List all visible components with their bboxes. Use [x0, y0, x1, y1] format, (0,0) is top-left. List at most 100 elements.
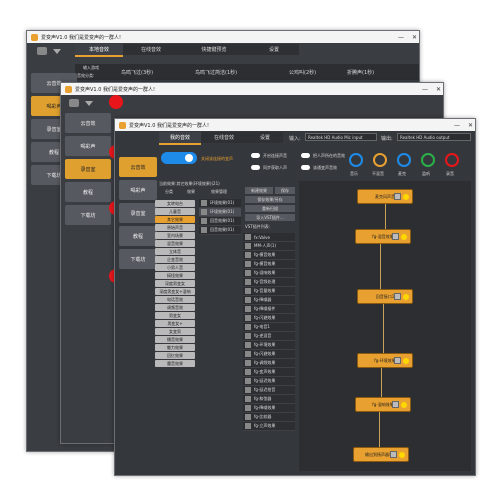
toggle-switch[interactable]	[301, 153, 310, 158]
toggle-switch[interactable]	[301, 165, 310, 170]
sidebar-item-tutorial[interactable]: 教程	[119, 226, 157, 246]
category-item[interactable]: 男变女	[155, 312, 195, 319]
menu-icon[interactable]	[69, 99, 79, 107]
tab-local-sounds[interactable]: 本地音效	[75, 44, 123, 57]
category-item[interactable]: 魅力效果	[155, 344, 195, 351]
vst-item[interactable]: fg-闪避效果	[243, 350, 295, 359]
tab-online-sounds[interactable]: 在线音效	[201, 132, 247, 143]
category-item[interactable]: 儿童音	[155, 208, 195, 215]
toggle-switch[interactable]	[251, 153, 260, 158]
tab-settings[interactable]: 设置	[249, 44, 299, 55]
category-item[interactable]: 回忆效果	[155, 352, 195, 359]
sidebar-item-cheer[interactable]: 喝彩声	[119, 180, 157, 200]
close-button[interactable]: ✕	[436, 86, 441, 93]
category-item[interactable]: 立体音	[155, 248, 195, 255]
input-device-select[interactable]: Realtek HD Audio Mic input	[305, 133, 377, 141]
chain-node[interactable]: 麦克风声音	[357, 189, 413, 204]
new-effect-button[interactable]: 新建效果	[245, 187, 273, 194]
vst-item[interactable]: fg-延迟效果	[243, 377, 295, 386]
chain-node[interactable]: fg-混响效果	[355, 397, 411, 412]
dropdown-arrow-icon[interactable]	[85, 101, 93, 106]
vst-item[interactable]: MM-人声(1)	[243, 242, 295, 251]
sidebar-item-cloud-sounds[interactable]: 云音效	[65, 113, 111, 133]
category-item[interactable]: 深度男变女	[155, 280, 195, 287]
category-item[interactable]: 其它效果	[155, 216, 195, 223]
sidebar-item-cloud-sounds[interactable]: 云音效	[119, 157, 157, 177]
effect-item[interactable]: 环境效果(01)	[199, 199, 241, 208]
record-knob[interactable]	[445, 153, 459, 167]
menu-icon[interactable]	[37, 47, 47, 55]
category-item[interactable]: 女变男	[155, 328, 195, 335]
vst-item[interactable]: fg-闪避效果	[243, 314, 295, 323]
vst-item[interactable]: fg-模音效果	[243, 260, 295, 269]
sound-item[interactable]: 公鸡叫(2秒)	[289, 69, 316, 76]
category-item[interactable]: 电话音效	[155, 296, 195, 303]
music-knob[interactable]	[349, 153, 363, 167]
category-item[interactable]: 播音效果	[155, 336, 195, 343]
sidebar-item-tutorial[interactable]: 教程	[65, 182, 111, 202]
close-button[interactable]: ✕	[412, 34, 417, 41]
category-item[interactable]: 小男人音	[155, 264, 195, 271]
node-settings-icon[interactable]	[392, 233, 399, 240]
close-button[interactable]: ✕	[468, 122, 473, 129]
effect-item[interactable]: 环境效果(01)	[199, 208, 241, 217]
vst-item[interactable]: fg-调频效果	[243, 359, 295, 368]
vst-item[interactable]: fg-环境效果	[243, 341, 295, 350]
vst-item[interactable]: fg-和弦器	[243, 395, 295, 404]
sound-item[interactable]: 折腾声(1秒)	[347, 69, 374, 76]
minimize-button[interactable]: —	[398, 34, 404, 41]
tab-online-sounds[interactable]: 在线音效	[123, 44, 179, 55]
node-settings-icon[interactable]	[394, 357, 401, 364]
tab-hotkey-preview[interactable]: 快捷键预览	[179, 44, 249, 55]
vst-item[interactable]: fg-电音1	[243, 323, 295, 332]
effect-item[interactable]: 回音效果(01)	[199, 217, 241, 226]
vst-item[interactable]: fg-立声效果	[243, 422, 295, 431]
vst-item[interactable]: fg-延迟拾音	[243, 386, 295, 395]
category-item[interactable]: 调频音效	[155, 304, 195, 311]
vst-item[interactable]: fg-音频处理	[243, 278, 295, 287]
vst-item[interactable]: fx:Valve	[243, 233, 295, 242]
save-as-button[interactable]: 保存效果/另存	[245, 196, 295, 203]
vst-item[interactable]: fg-降噪器	[243, 296, 295, 305]
node-settings-icon[interactable]	[394, 193, 401, 200]
vst-item[interactable]: fg-降噪插件	[243, 305, 295, 314]
effect-item[interactable]: 回音效果(01)	[199, 226, 241, 235]
tab-my-sounds[interactable]: 我的音效	[159, 132, 201, 145]
chain-node[interactable]: fg-混音效果	[355, 229, 411, 244]
category-item[interactable]: 企变音效	[155, 256, 195, 263]
category-item[interactable]: 原始声音	[155, 224, 195, 231]
category-item[interactable]: 魔音效果	[155, 360, 195, 367]
no-mix-knob[interactable]	[373, 153, 387, 167]
sound-item[interactable]: 鸟鸣飞过简洁(1秒)	[195, 69, 237, 76]
monitor-knob[interactable]	[421, 153, 435, 167]
minimize-button[interactable]: —	[454, 122, 460, 129]
sidebar-item-download[interactable]: 下载坊	[119, 249, 157, 269]
vst-item[interactable]: fg-比较器	[243, 413, 295, 422]
rescan-button[interactable]: 重新扫描	[245, 205, 295, 212]
category-item[interactable]: 混音效果	[155, 240, 195, 247]
record-indicator-icon[interactable]	[109, 95, 123, 109]
minimize-button[interactable]: —	[422, 86, 428, 93]
vst-item[interactable]: fg-降噪效果	[243, 404, 295, 413]
node-settings-icon[interactable]	[394, 293, 401, 300]
sidebar-item-studio[interactable]: 录音室	[119, 203, 157, 223]
sidebar-item-studio[interactable]: 录音室	[65, 159, 111, 179]
import-vst-button[interactable]: 导入VST插件...	[245, 214, 295, 221]
node-settings-icon[interactable]	[392, 401, 399, 408]
vst-item[interactable]: fg-音量效果	[243, 287, 295, 296]
category-item[interactable]: 男变女+	[155, 320, 195, 327]
vst-item[interactable]: fg-变声效果	[243, 368, 295, 377]
output-device-select[interactable]: Realtek HD Audio output	[397, 133, 471, 141]
category-item[interactable]: 女转电台	[155, 200, 195, 207]
vst-item[interactable]: fg-模音效果	[243, 251, 295, 260]
sidebar-item-download[interactable]: 下载坊	[65, 205, 111, 225]
chain-node[interactable]: 输出到扬声器装置	[353, 447, 409, 462]
tab-settings[interactable]: 设置	[247, 132, 283, 143]
vst-item[interactable]: fg-混响效果	[243, 269, 295, 278]
sidebar-item-cheer[interactable]: 喝彩声	[65, 136, 111, 156]
dropdown-arrow-icon[interactable]	[53, 49, 61, 54]
vst-item[interactable]: fg-逆混音	[243, 332, 295, 341]
toggle-switch[interactable]	[251, 165, 260, 170]
chain-node[interactable]: 回音接口1	[357, 289, 413, 304]
chain-node[interactable]: fg-环境效果	[357, 353, 413, 368]
